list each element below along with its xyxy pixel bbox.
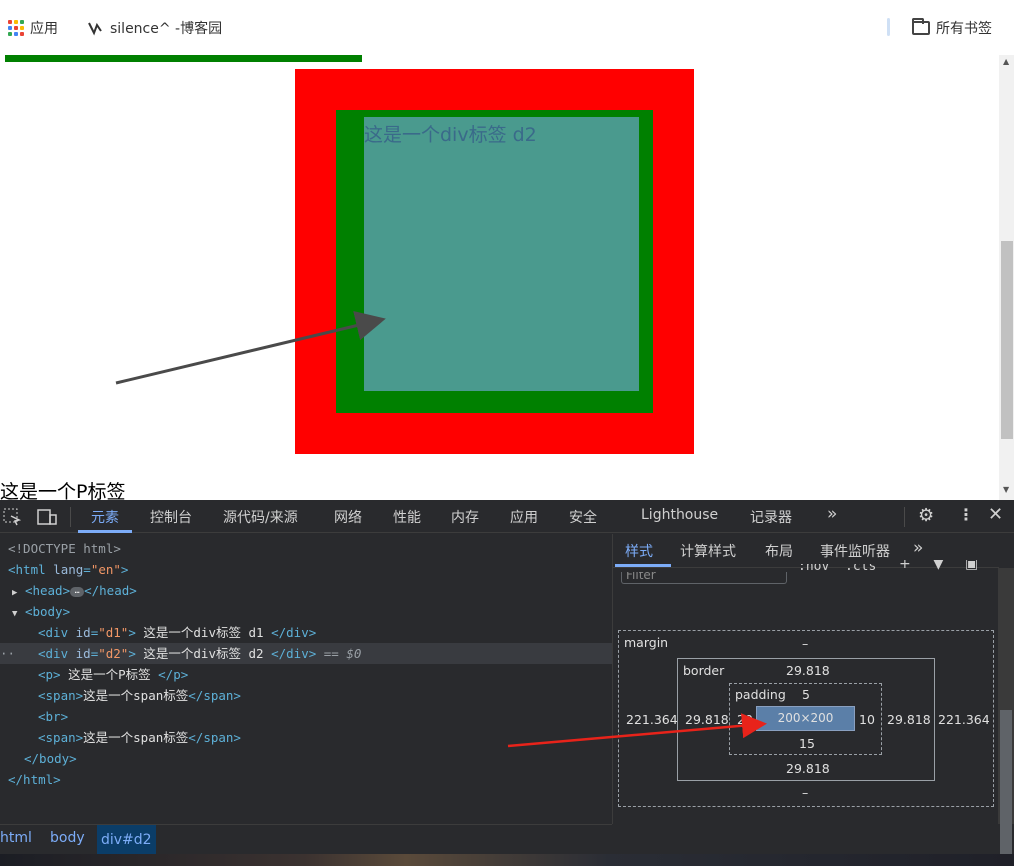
site-bookmark[interactable]: silence^ -博客园 bbox=[86, 18, 222, 38]
site-favicon-icon bbox=[88, 22, 102, 36]
bookmarks-separator bbox=[887, 18, 890, 36]
apps-label: 应用 bbox=[30, 21, 58, 37]
folder-icon bbox=[912, 18, 930, 35]
desktop-wallpaper-strip bbox=[0, 854, 1014, 866]
bookmarks-bar: 应用 silence^ -博客园 所有书签 bbox=[0, 0, 1014, 55]
site-label: silence^ -博客园 bbox=[110, 21, 223, 37]
paragraph-text: 这是一个P标签 bbox=[0, 481, 126, 500]
apps-grid-icon bbox=[8, 20, 24, 36]
page-scrollbar[interactable]: ▲ ▼ bbox=[999, 55, 1014, 500]
all-bookmarks-label: 所有书签 bbox=[936, 21, 992, 37]
red-annotation-arrow bbox=[507, 713, 767, 748]
page-viewport: 这是一个div标签 d2 这是一个P标签 ▲ ▼ bbox=[0, 55, 1014, 500]
annotation-arrow bbox=[115, 310, 386, 385]
scroll-up-icon[interactable]: ▲ bbox=[1003, 57, 1009, 66]
devtools-panel: 元素 控制台 源代码/来源 网络 性能 内存 应用 安全 Lighthouse … bbox=[0, 500, 1014, 866]
page-scroll-thumb[interactable] bbox=[1001, 241, 1013, 439]
scroll-down-icon[interactable]: ▼ bbox=[1003, 485, 1009, 494]
all-bookmarks-button[interactable]: 所有书签 bbox=[912, 18, 992, 38]
apps-bookmark[interactable]: 应用 bbox=[8, 18, 58, 38]
